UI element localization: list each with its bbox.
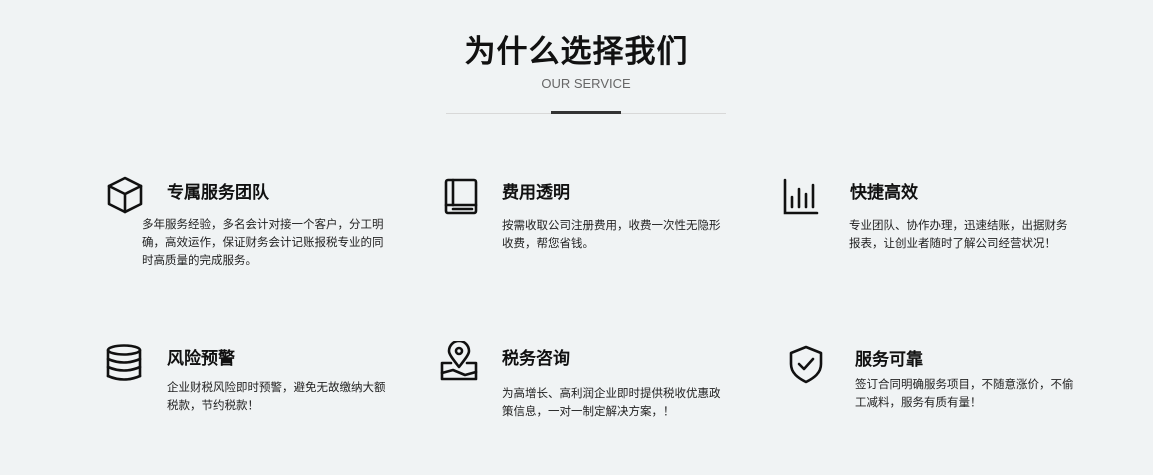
section-title: 为什么选择我们 xyxy=(464,34,689,70)
map-pin-icon xyxy=(439,341,479,381)
bar-chart-icon xyxy=(780,177,820,217)
coins-icon xyxy=(104,343,144,383)
feature-title: 专属服务团队 xyxy=(167,183,269,203)
book-icon xyxy=(441,177,481,217)
section-divider-accent xyxy=(551,111,621,114)
feature-description: 签订合同明确服务项目，不随意涨价，不偷工减料，服务有质有量！ xyxy=(855,377,1074,409)
feature-description: 专业团队、协作办理，迅速结账，出据财务报表，让创业者随时了解公司经营状况！ xyxy=(849,218,1068,250)
feature-title: 快捷高效 xyxy=(850,183,918,203)
feature-description: 为高增长、高利润企业即时提供税收优惠政策信息，一对一制定解决方案，！ xyxy=(502,386,721,418)
shield-check-icon xyxy=(786,344,826,384)
feature-title: 风险预警 xyxy=(167,349,235,369)
section-subtitle: OUR SERVICE xyxy=(541,76,631,91)
feature-description: 按需收取公司注册费用，收费一次性无隐形收费，帮您省钱。 xyxy=(502,218,721,250)
feature-title: 费用透明 xyxy=(502,183,570,203)
feature-description: 企业财税风险即时预警，避免无故缴纳大额税款，节约税款！ xyxy=(167,380,386,412)
feature-title: 税务咨询 xyxy=(502,349,570,369)
cube-icon xyxy=(105,175,145,215)
feature-description: 多年服务经验，多名会计对接一个客户，分工明确，高效运作，保证财务会计记账报税专业… xyxy=(142,217,384,267)
feature-title: 服务可靠 xyxy=(855,350,923,370)
